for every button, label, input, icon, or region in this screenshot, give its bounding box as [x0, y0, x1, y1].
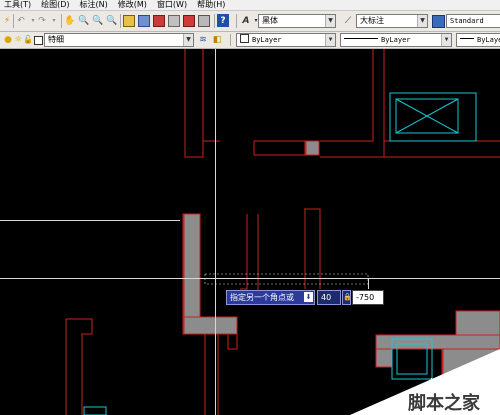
chevron-down-icon[interactable]: ▼: [325, 15, 335, 27]
design-center-icon[interactable]: [138, 15, 150, 27]
fixture-outline: [83, 406, 107, 415]
dynamic-input-field-2[interactable]: -750: [352, 290, 384, 305]
standard-toolbar: ⚡ ↶ ▾ ↷ ▾ ✋ 🔍 🔍 🔍 ? A ▾ 黑体 ▼ ⟋ 大标注 ▼ Stand…: [0, 11, 500, 32]
color-icon: [240, 34, 249, 43]
zoom-window-icon[interactable]: 🔍: [78, 15, 90, 27]
toolbar-separator: [236, 14, 237, 28]
zoom-realtime-icon[interactable]: 🔍: [92, 15, 104, 27]
layer-combo[interactable]: 特细 ▼: [44, 33, 194, 47]
wall-line: [253, 140, 306, 156]
options-arrow-icon[interactable]: ⬇: [304, 292, 313, 302]
layer-state-icon[interactable]: ≋: [197, 34, 209, 46]
color-combo[interactable]: ByLayer ▼: [236, 33, 336, 47]
lineweight-combo[interactable]: ByLayer: [456, 33, 500, 47]
linetype-combo[interactable]: ByLayer ▼: [340, 33, 452, 47]
menu-modify[interactable]: 修改(M): [114, 0, 153, 10]
wall-line: [240, 214, 248, 290]
pan-icon[interactable]: ✋: [64, 15, 76, 27]
fixture-cross: [395, 98, 459, 134]
dynamic-input-field-2-value: -750: [356, 293, 375, 302]
wall-line: [184, 49, 204, 158]
dim-style-combo[interactable]: 大标注 ▼: [356, 14, 428, 28]
dynamic-input-field-1-value: 40: [321, 293, 332, 302]
dynamic-input-prompt: 指定另一个角点或: [226, 290, 315, 305]
chevron-down-icon[interactable]: ▼: [441, 34, 451, 46]
toolbar-separator: [13, 14, 14, 28]
match-properties-icon[interactable]: ⚡: [1, 15, 13, 27]
text-style-value: 黑体: [262, 16, 278, 25]
lock-icon[interactable]: 🔒: [342, 290, 352, 305]
table-style-combo[interactable]: Standard: [446, 14, 500, 28]
chevron-down-icon[interactable]: ▼: [183, 34, 193, 46]
layer-color-icon: [32, 34, 44, 46]
toolbar-separator: [61, 14, 62, 28]
dim-style-icon[interactable]: ⟋: [342, 15, 354, 27]
layer-previous-icon[interactable]: ◧: [211, 34, 223, 46]
zoom-previous-icon[interactable]: 🔍: [106, 15, 118, 27]
help-icon[interactable]: ?: [217, 14, 229, 27]
menu-bar: 工具(T) 绘图(D) 标注(N) 修改(M) 窗口(W) 帮助(H): [0, 0, 500, 11]
dynamic-input-prompt-text: 指定另一个角点或: [230, 293, 294, 302]
color-value: ByLayer: [252, 36, 282, 44]
fixture-outline: [389, 92, 477, 142]
wall-hatch: [455, 310, 500, 336]
dynamic-input-field-1[interactable]: 40: [317, 290, 341, 305]
wall-hatch: [375, 348, 393, 368]
menu-tools[interactable]: 工具(T): [0, 0, 37, 10]
wall-line: [304, 208, 321, 289]
properties-icon[interactable]: [123, 15, 135, 27]
dim-style-value: 大标注: [360, 16, 384, 25]
toolbar-separator: [120, 14, 121, 28]
lineweight-value: ByLayer: [477, 36, 500, 44]
wall-hatch: [183, 213, 201, 318]
calculator-icon[interactable]: [198, 15, 210, 27]
toolbar-separator: [230, 34, 231, 46]
toolbar-separator: [214, 14, 215, 28]
drawing-canvas[interactable]: [0, 49, 500, 415]
menu-dimension[interactable]: 标注(N): [76, 0, 114, 10]
chevron-down-icon[interactable]: ▼: [325, 34, 335, 46]
wall-line: [320, 49, 374, 142]
menu-help[interactable]: 帮助(H): [193, 0, 231, 10]
sheet-set-icon[interactable]: [168, 15, 180, 27]
watermark-site: jb51.net: [430, 376, 476, 389]
menu-window[interactable]: 窗口(W): [153, 0, 193, 10]
undo-icon[interactable]: ↶: [15, 15, 27, 27]
tool-palette-icon[interactable]: [153, 15, 165, 27]
table-style-icon[interactable]: [432, 15, 445, 28]
menu-draw[interactable]: 绘图(D): [37, 0, 75, 10]
table-style-value: Standard: [450, 17, 484, 25]
layers-toolbar: ● ☼ 🔓 特细▼ ≋ ◧ ByLayer▼ ByLayer▼ ByLayer: [0, 32, 500, 49]
redo-icon[interactable]: ↷: [36, 15, 48, 27]
floor-plan-drawing: [0, 49, 500, 415]
lineweight-sample: [460, 38, 474, 39]
wall-hatch: [183, 316, 238, 335]
chevron-down-icon[interactable]: ▼: [417, 15, 427, 27]
linetype-value: ByLayer: [381, 36, 411, 44]
linetype-sample: [344, 38, 378, 39]
watermark-brand: 脚本之家: [408, 393, 480, 414]
text-style-combo[interactable]: 黑体 ▼: [258, 14, 336, 28]
wall-hatch: [375, 334, 500, 350]
layer-value: 特细: [48, 35, 64, 44]
wall-line: [66, 318, 93, 415]
wall-hatch: [305, 140, 320, 156]
markup-icon[interactable]: [183, 15, 195, 27]
redo-dropdown-icon[interactable]: ▾: [48, 15, 60, 27]
wall-line: [227, 333, 238, 350]
